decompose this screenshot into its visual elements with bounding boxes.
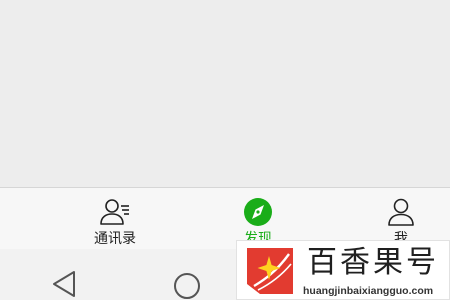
person-icon <box>388 198 414 226</box>
watermark-badge: 百香果号 huangjinbaixiangguo.com <box>236 240 450 300</box>
back-triangle-icon[interactable] <box>50 269 80 299</box>
home-circle-icon[interactable] <box>172 269 202 299</box>
main-content-area <box>0 0 450 187</box>
compass-icon <box>244 198 272 226</box>
tab-contacts-label: 通讯录 <box>94 230 136 246</box>
watermark-logo <box>247 248 293 294</box>
contacts-icon <box>100 199 129 225</box>
watermark-url: huangjinbaixiangguo.com <box>303 285 434 297</box>
tab-contacts[interactable]: 通讯录 <box>70 188 160 250</box>
watermark-title: 百香果号 <box>307 245 439 280</box>
